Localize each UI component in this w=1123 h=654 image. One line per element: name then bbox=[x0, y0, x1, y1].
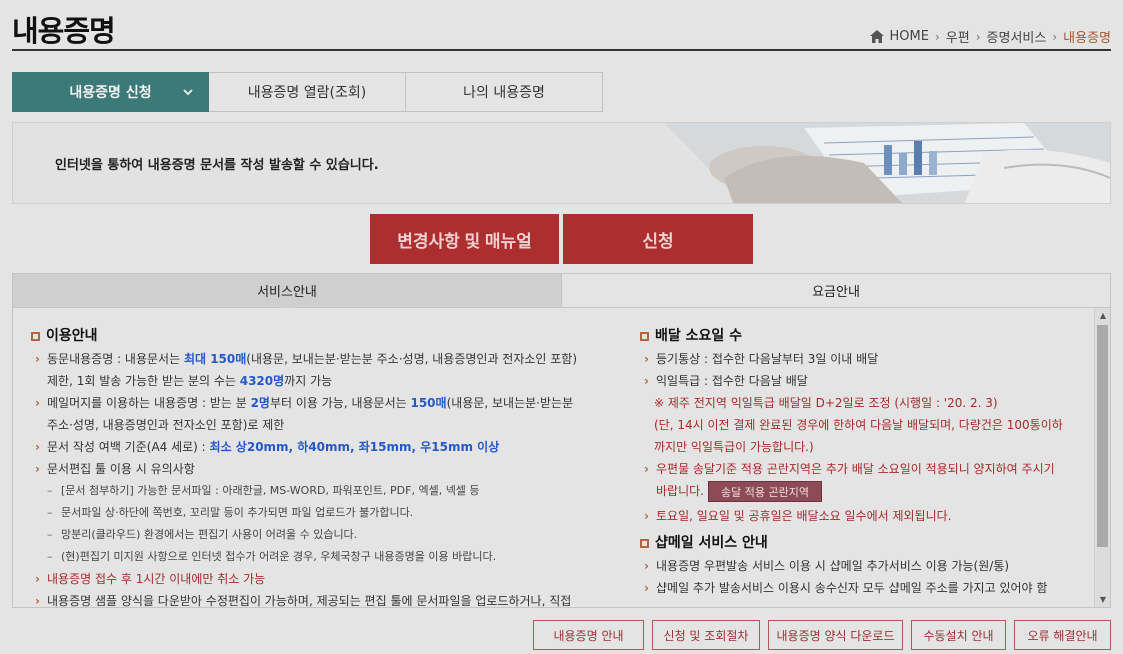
guide-link-button[interactable]: 내용증명 안내 bbox=[533, 620, 644, 650]
tab-my[interactable]: 나의 내용증명 bbox=[406, 72, 603, 112]
list-item: 토요일, 일요일 및 공휴일은 배달소요 일수에서 제외됩니다. bbox=[640, 505, 1080, 527]
notice-text: ※ 제주 전지역 익일특급 배달일 D+2일로 조정 (시행일 : '20. 2… bbox=[654, 396, 998, 410]
chevron-right-icon: › bbox=[975, 29, 981, 44]
info-content: 이용안내 동문내용증명 : 내용문서는 최대 150매(내용문, 보내는분·받는… bbox=[12, 308, 1111, 608]
list-item: 문서편집 툴 이용 시 유의사항 bbox=[31, 458, 621, 480]
shopmail-heading: 샵메일 서비스 안내 bbox=[640, 531, 1080, 555]
list-item: 샵메일 추가 발송서비스 이용시 송수신자 모두 샵메일 주소를 가지고 있어야… bbox=[640, 577, 1080, 599]
manual-button[interactable]: 변경사항 및 매뉴얼 bbox=[370, 214, 559, 264]
list-item: 문서 작성 여백 기준(A4 세로) : 최소 상20mm, 하40mm, 좌1… bbox=[31, 436, 621, 458]
tab-view[interactable]: 내용증명 열람(조회) bbox=[209, 72, 406, 112]
page-title: 내용증명 bbox=[12, 14, 116, 48]
sub-item: (현)편집기 미지원 사항으로 인터넷 접수가 어려운 경우, 우체국창구 내용… bbox=[31, 546, 621, 568]
chevron-right-icon: › bbox=[1052, 29, 1058, 44]
hard-to-deliver-area-button[interactable]: 송달 적용 곤란지역 bbox=[707, 481, 822, 502]
breadcrumb-current: 내용증명 bbox=[1063, 31, 1111, 46]
tab-service-info[interactable]: 서비스안내 bbox=[13, 274, 562, 307]
procedure-link-button[interactable]: 신청 및 조회절차 bbox=[652, 620, 760, 650]
square-bullet-icon bbox=[31, 331, 40, 341]
tab-apply-label: 내용증명 신청 bbox=[69, 85, 152, 101]
usage-guide: 이용안내 동문내용증명 : 내용문서는 최대 150매(내용문, 보내는분·받는… bbox=[31, 324, 621, 607]
troubleshoot-button[interactable]: 오류 해결안내 bbox=[1014, 620, 1111, 650]
template-download-button[interactable]: 내용증명 양식 다운로드 bbox=[768, 620, 903, 650]
list-item-cont: 바랍니다. 송달 적용 곤란지역 bbox=[640, 480, 1080, 505]
shopmail-heading-text: 샵메일 서비스 안내 bbox=[655, 535, 768, 551]
list-item: 동문내용증명 : 내용문서는 최대 150매(내용문, 보내는분·받는분 주소·… bbox=[31, 348, 621, 370]
intro-banner: 인터넷을 통하여 내용증명 문서를 작성 발송할 수 있습니다. bbox=[12, 122, 1111, 204]
breadcrumb-home[interactable]: HOME bbox=[890, 29, 929, 44]
list-item: 내용증명 접수 후 1시간 이내에만 취소 가능 bbox=[31, 568, 621, 590]
breadcrumb-cert-service[interactable]: 증명서비스 bbox=[987, 27, 1047, 46]
sub-item: 망분리(클라우드) 환경에서는 편집기 사용이 어려울 수 있습니다. bbox=[31, 524, 621, 546]
list-item: 등기통상 : 접수한 다음날부터 3일 이내 배달 bbox=[640, 348, 1080, 370]
sub-item: [문서 첨부하기] 가능한 문서파일 : 아래한글, MS-WORD, 파워포인… bbox=[31, 480, 621, 502]
banner-photo bbox=[604, 123, 1110, 203]
scroll-up-icon[interactable]: ▲ bbox=[1098, 311, 1108, 321]
square-bullet-icon bbox=[640, 331, 649, 341]
list-item: 우편물 송달기준 적용 곤란지역은 추가 배달 소요일이 적용되니 양지하여 주… bbox=[640, 458, 1080, 480]
delivery-heading: 배달 소요일 수 bbox=[640, 324, 1080, 348]
apply-button[interactable]: 신청 bbox=[563, 214, 753, 264]
notice-text: (단, 14시 이전 결제 완료된 경우에 한하여 다음날 배달되며, 다량건은… bbox=[654, 418, 1063, 432]
tab-fee-info[interactable]: 요금안내 bbox=[562, 274, 1110, 307]
delivery-guide: 배달 소요일 수 등기통상 : 접수한 다음날부터 3일 이내 배달 익일특급 … bbox=[640, 324, 1080, 599]
usage-heading-text: 이용안내 bbox=[46, 328, 98, 344]
main-tabs: 내용증명 신청 내용증명 열람(조회) 나의 내용증명 bbox=[12, 72, 603, 112]
banner-text: 인터넷을 통하여 내용증명 문서를 작성 발송할 수 있습니다. bbox=[55, 158, 379, 173]
list-item: 메일머지를 이용하는 내용증명 : 받는 분 2명부터 이용 가능, 내용문서는… bbox=[31, 392, 621, 414]
square-bullet-icon bbox=[640, 538, 649, 548]
info-tabs: 서비스안내 요금안내 bbox=[12, 273, 1111, 308]
notice-text: 까지만 익일특급이 가능합니다.) bbox=[654, 440, 814, 454]
breadcrumb-post[interactable]: 우편 bbox=[946, 27, 970, 46]
chevron-right-icon: › bbox=[934, 29, 940, 44]
title-divider bbox=[12, 49, 1111, 51]
usage-heading: 이용안내 bbox=[31, 324, 621, 348]
list-item: 익일특급 : 접수한 다음날 배달 bbox=[640, 370, 1080, 392]
delivery-heading-text: 배달 소요일 수 bbox=[655, 328, 743, 344]
sub-item: 문서파일 상·하단에 쪽번호, 꼬리말 등이 추가되면 파일 업로드가 불가합니… bbox=[31, 502, 621, 524]
breadcrumb: HOME › 우편 › 증명서비스 › 내용증명 bbox=[869, 27, 1111, 46]
manual-install-button[interactable]: 수동설치 안내 bbox=[911, 620, 1006, 650]
scroll-thumb[interactable] bbox=[1097, 325, 1108, 547]
list-item-cont: 제한, 1회 발송 가능한 받는 분의 수는 4320명까지 가능 bbox=[47, 374, 333, 388]
chevron-down-icon bbox=[183, 89, 193, 96]
list-item: 내용증명 샘플 양식을 다운받아 수정편집이 가능하며, 제공되는 편집 툴에 … bbox=[31, 590, 621, 607]
tab-apply[interactable]: 내용증명 신청 bbox=[12, 72, 209, 112]
scrollbar[interactable]: ▲ ▼ bbox=[1094, 308, 1110, 607]
list-item-cont: 주소·성명, 내용증명인과 전자소인 포함)로 제한 bbox=[47, 418, 285, 432]
home-icon bbox=[869, 30, 884, 43]
bottom-links: 내용증명 안내 신청 및 조회절차 내용증명 양식 다운로드 수동설치 안내 오… bbox=[533, 620, 1111, 650]
scroll-down-icon[interactable]: ▼ bbox=[1098, 595, 1108, 605]
list-item: 내용증명 우편발송 서비스 이용 시 샵메일 추가서비스 이용 가능(원/통) bbox=[640, 555, 1080, 577]
